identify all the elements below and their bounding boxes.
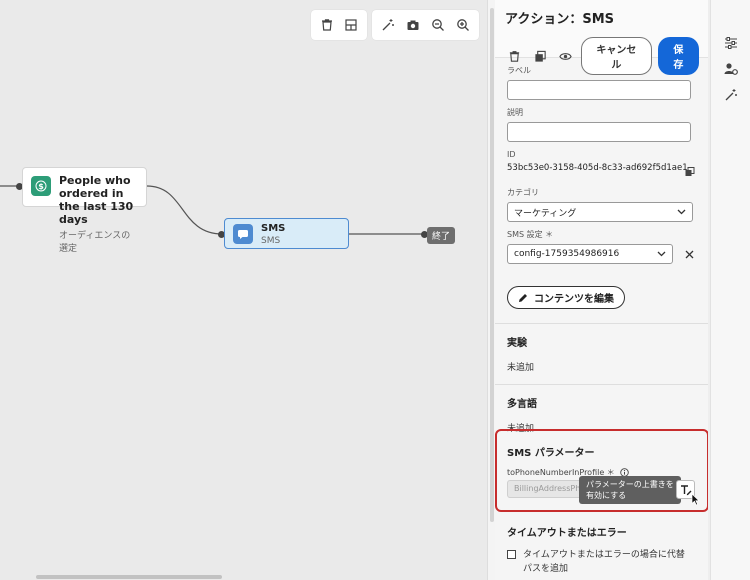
pencil-icon xyxy=(519,293,527,302)
divider xyxy=(495,384,709,385)
panel-splitter[interactable] xyxy=(487,0,495,580)
cancel-button[interactable]: キャンセル xyxy=(581,37,652,75)
description-field: 説明 xyxy=(495,107,709,142)
multilingual-title: 多言語 xyxy=(507,399,537,410)
experiment-title: 実験 xyxy=(507,338,527,349)
user-settings-icon[interactable] xyxy=(724,62,738,76)
duplicate-icon[interactable] xyxy=(530,46,549,66)
category-value: マーケティング xyxy=(514,208,577,219)
sms-icon xyxy=(233,223,253,244)
chevron-down-icon xyxy=(657,251,666,257)
timeout-checkbox-label-line2: パスを追加 xyxy=(523,564,569,574)
edit-content-row: コンテンツを編集 xyxy=(495,286,709,309)
fit-view-icon[interactable] xyxy=(341,14,361,36)
sms-parameters-title: SMS パラメーター xyxy=(507,448,595,459)
panel-header: アクション：SMS キャンセル 保存 xyxy=(495,0,709,75)
horizontal-scrollbar[interactable] xyxy=(36,575,222,579)
divider xyxy=(495,323,709,324)
edit-content-button[interactable]: コンテンツを編集 xyxy=(507,286,625,309)
id-field: ID 53bc53e0-3158-405d-8c33-ad692f5d1ae1 xyxy=(495,150,709,176)
panel-title: アクション：SMS xyxy=(505,12,615,27)
experiment-value: 未追加 xyxy=(507,363,535,373)
audience-node-title-line1: People who ordered in xyxy=(59,174,131,200)
connector-lines xyxy=(0,185,424,235)
camera-icon[interactable] xyxy=(403,14,424,36)
sms-node-subtitle: SMS xyxy=(261,235,281,246)
sms-config-field: SMS 設定 ＊ config-1759354986916 xyxy=(495,229,709,264)
description-field-label: 説明 xyxy=(507,108,523,117)
timeout-checkbox-row[interactable]: タイムアウトまたはエラーの場合に代替 パスを追加 xyxy=(507,548,685,576)
copy-icon[interactable] xyxy=(685,166,695,176)
zoom-in-icon[interactable] xyxy=(452,14,473,36)
properties-panel: アクション：SMS キャンセル 保存 ラベル 説明 ID 53bc53e0-31… xyxy=(495,0,709,580)
canvas-edit-toolbar xyxy=(311,10,367,40)
timeout-title: タイムアウトまたはエラー xyxy=(507,528,627,539)
timeout-checkbox-label-line1: タイムアウトまたはエラーの場合に代替 xyxy=(523,550,685,560)
sms-node[interactable]: SMS SMS xyxy=(224,218,349,249)
delete-icon[interactable] xyxy=(505,46,524,66)
settings-sliders-icon[interactable] xyxy=(724,36,738,50)
preview-eye-icon[interactable] xyxy=(556,46,575,66)
journey-canvas[interactable]: $ People who ordered in the last 130 day… xyxy=(0,0,487,580)
category-field-label: カテゴリ xyxy=(507,188,539,197)
tooltip-line2: 有効にする xyxy=(586,491,627,500)
splitter-grip[interactable] xyxy=(490,8,494,522)
timeout-checkbox[interactable] xyxy=(507,550,516,559)
edit-content-label: コンテンツを編集 xyxy=(534,294,614,305)
label-input[interactable] xyxy=(507,80,691,100)
canvas-view-toolbar xyxy=(372,10,479,40)
id-field-label: ID xyxy=(507,150,516,159)
trash-icon[interactable] xyxy=(317,14,337,36)
svg-text:$: $ xyxy=(38,182,44,191)
right-rail xyxy=(710,0,750,580)
audience-node-subtitle: オーディエンスの選定 xyxy=(59,231,131,254)
id-value: 53bc53e0-3158-405d-8c33-ad692f5d1ae1 xyxy=(507,163,688,173)
text-override-icon xyxy=(680,484,691,495)
clear-icon[interactable] xyxy=(685,250,694,259)
chevron-down-icon xyxy=(677,209,686,215)
zoom-out-icon[interactable] xyxy=(428,14,449,36)
sms-config-label: SMS 設定 ＊ xyxy=(507,230,554,239)
audience-icon: $ xyxy=(31,176,51,196)
description-input[interactable] xyxy=(507,122,691,142)
save-button[interactable]: 保存 xyxy=(657,37,700,75)
tooltip-line1: パラメーターの上書きを xyxy=(586,480,674,489)
audience-node[interactable]: $ People who ordered in the last 130 day… xyxy=(22,167,147,254)
sms-config-value: config-1759354986916 xyxy=(514,249,620,259)
audience-node-title-line2: the last 130 days xyxy=(59,200,134,226)
sms-config-select[interactable]: config-1759354986916 xyxy=(507,244,673,264)
category-field: カテゴリ マーケティング xyxy=(495,187,709,222)
end-tag[interactable]: 終了 xyxy=(427,227,456,244)
mouse-cursor-icon xyxy=(691,493,700,506)
override-tooltip: パラメーターの上書きを 有効にする xyxy=(579,476,681,504)
experiment-section: 実験 未追加 xyxy=(495,334,709,373)
magic-wand-icon[interactable] xyxy=(724,88,738,102)
magic-wand-icon[interactable] xyxy=(378,14,399,36)
category-select[interactable]: マーケティング xyxy=(507,202,693,222)
sms-node-title: SMS xyxy=(261,222,286,234)
